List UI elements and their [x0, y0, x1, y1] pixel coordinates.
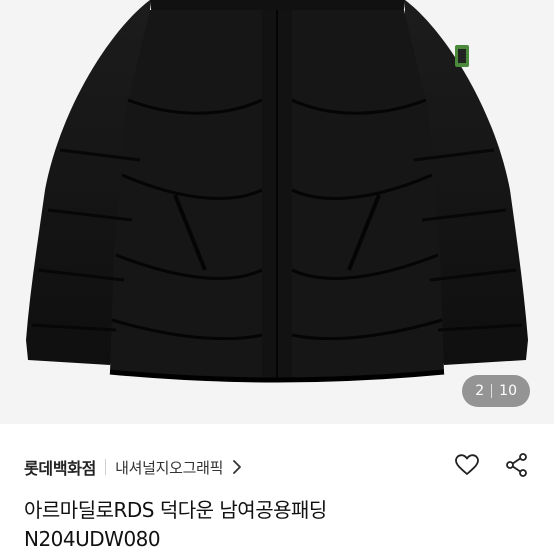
share-icon[interactable] — [504, 452, 530, 478]
image-counter-current: 2 — [475, 383, 485, 399]
heart-icon[interactable] — [454, 452, 480, 478]
brand-name: 내셔널지오그래픽 — [115, 458, 224, 477]
chevron-right-icon — [233, 460, 242, 474]
image-counter-divider — [491, 384, 493, 398]
image-counter: 2 10 — [462, 375, 530, 407]
product-title-line1: 아르마딜로RDS 덕다운 남여공용패딩 — [24, 498, 327, 522]
product-detail-page: 2 10 롯데백화점 내셔널지오그래픽 아르마딜로RDS 덕다운 남여공용패딩 … — [0, 0, 554, 554]
image-counter-total: 10 — [499, 383, 517, 399]
product-title: 아르마딜로RDS 덕다운 남여공용패딩 N204UDW080 — [24, 496, 530, 554]
brand-link[interactable]: 내셔널지오그래픽 — [115, 457, 242, 478]
store-name: 롯데백화점 — [24, 459, 97, 478]
product-image-gallery[interactable]: 2 10 — [0, 0, 554, 424]
store-divider — [105, 459, 107, 475]
product-image — [26, 0, 528, 383]
product-actions — [454, 452, 530, 478]
product-title-line2: N204UDW080 — [24, 527, 161, 551]
